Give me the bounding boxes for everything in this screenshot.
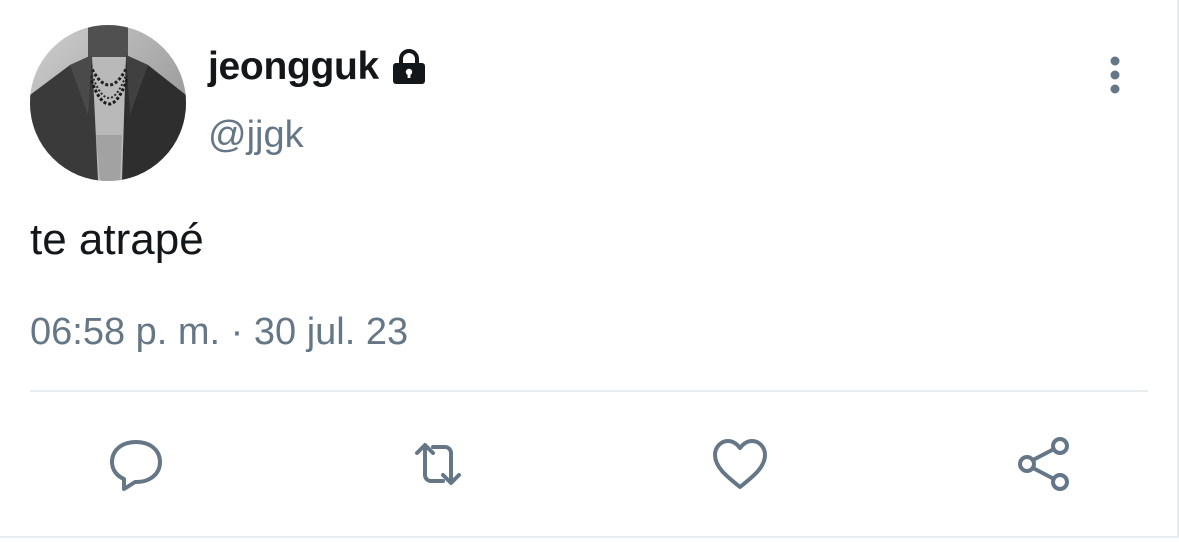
lock-icon <box>389 47 429 87</box>
bottom-divider <box>0 536 1179 538</box>
more-options-button[interactable] <box>1096 52 1134 100</box>
like-button[interactable] <box>706 430 774 498</box>
user-handle[interactable]: @jjgk <box>208 111 304 159</box>
share-button[interactable] <box>1010 430 1078 498</box>
tweet-timestamp[interactable]: 06:58 p. m. · 30 jul. 23 <box>30 308 408 356</box>
share-icon <box>1018 437 1069 491</box>
heart-icon <box>713 439 767 489</box>
reply-button[interactable] <box>102 430 170 498</box>
retweet-icon <box>415 443 461 485</box>
avatar-photo <box>30 25 186 181</box>
divider <box>30 390 1148 392</box>
tweet-text: te atrapé <box>30 215 204 264</box>
speech-bubble-icon <box>110 440 162 491</box>
avatar[interactable] <box>30 25 186 181</box>
display-name-text: jeongguk <box>208 45 379 88</box>
more-vertical-icon <box>1110 56 1120 94</box>
display-name[interactable]: jeongguk <box>208 43 429 91</box>
retweet-button[interactable] <box>404 430 472 498</box>
